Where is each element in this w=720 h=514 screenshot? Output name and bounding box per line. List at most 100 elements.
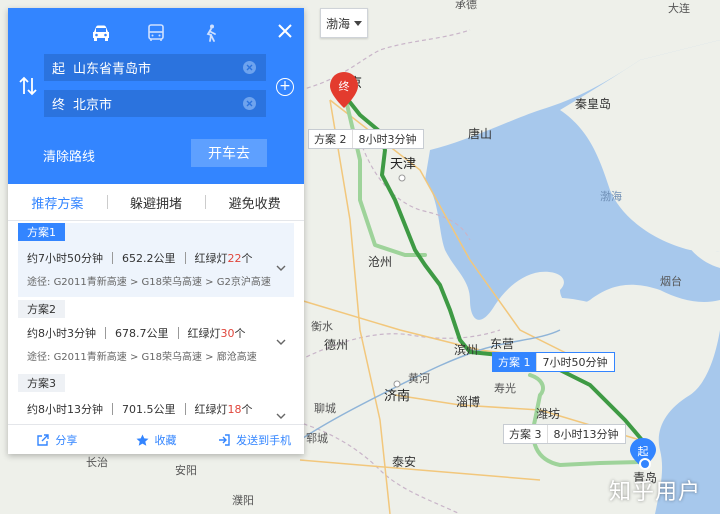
city-tangshan: 唐山 <box>468 126 492 141</box>
route-bubble-duration: 7小时50分钟 <box>535 353 614 371</box>
panel-footer: 分享 收藏 发送到手机 <box>8 424 304 455</box>
plan-item-1[interactable]: 方案1 约7小时50分钟 652.2公里 红绿灯 22 个 途径: G2011青新高… <box>18 223 294 297</box>
city-zibo: 淄博 <box>456 394 480 409</box>
sea-label: 渤海 <box>600 189 622 203</box>
destination-value: 北京市 <box>73 98 113 113</box>
origin-field[interactable]: 起 山东省青岛市 <box>44 54 266 81</box>
plan-via-road: G2011青新高速 <box>53 277 127 288</box>
plan-time: 约8小时3分钟 <box>27 327 96 340</box>
plan-via-label: 途径: <box>27 352 51 363</box>
send-to-phone-button[interactable]: 发送到手机 <box>205 425 304 455</box>
plan-via: 途径: G2011青新高速 > G18荣乌高速 > 廊沧高速 <box>27 352 257 363</box>
plan-via-road: G2京沪高速 <box>216 277 271 288</box>
city-chengde: 承德 <box>455 0 477 11</box>
route-bubble-plan2[interactable]: 方案 2 8小时3分钟 <box>308 129 424 149</box>
plan-via-road: G18荣乌高速 <box>141 277 202 288</box>
city-weifang: 潍坊 <box>536 406 560 421</box>
plan-stats: 约8小时3分钟 678.7公里 红绿灯 30 个 <box>27 325 246 341</box>
route-panel: 起 山东省青岛市 终 北京市 + 清除路线 开车去 推荐方案 躲避拥堵 避免收费… <box>8 8 304 454</box>
tab-avoid-congestion[interactable]: 躲避拥堵 <box>106 184 206 220</box>
clear-icon <box>246 64 253 71</box>
car-icon <box>93 25 109 41</box>
city-shouguang: 寿光 <box>494 381 516 395</box>
city-jinan: 济南 <box>384 388 410 404</box>
city-dalian: 大连 <box>668 1 690 15</box>
clear-route-link[interactable]: 清除路线 <box>43 146 95 165</box>
route-bubble-plan3[interactable]: 方案 3 8小时13分钟 <box>503 424 626 444</box>
drive-button[interactable]: 开车去 <box>191 139 267 167</box>
plan-lights-suffix: 个 <box>241 252 253 265</box>
start-marker-label: 起 <box>638 445 649 458</box>
chevron-down-icon <box>276 413 286 419</box>
plan-via: 途径: G2011青新高速 > G18荣乌高速 > G2京沪高速 <box>27 277 271 288</box>
favorite-button[interactable]: 收藏 <box>107 425 206 455</box>
plan-badge: 方案2 <box>18 300 65 318</box>
plan-badge: 方案3 <box>18 374 65 392</box>
plan-via-road: G18荣乌高速 <box>141 352 202 363</box>
send-label: 发送到手机 <box>236 434 292 447</box>
clear-destination-button[interactable] <box>243 97 256 110</box>
chevron-down-icon <box>276 339 286 345</box>
river-label: 黄河 <box>408 371 430 385</box>
close-button[interactable] <box>270 16 300 46</box>
chevron-down-icon <box>276 265 286 271</box>
destination-field[interactable]: 终 北京市 <box>44 90 266 117</box>
clear-icon <box>246 100 253 107</box>
route-tabs: 推荐方案 躲避拥堵 避免收费 <box>8 184 304 221</box>
star-icon <box>136 434 148 446</box>
route-bubble-plan1[interactable]: 方案 1 7小时50分钟 <box>492 352 615 372</box>
mode-bus[interactable] <box>141 18 171 48</box>
walk-icon <box>206 24 216 42</box>
city-tianjin: 天津 <box>390 157 416 172</box>
city-qinhuangdao: 秦皇岛 <box>575 96 611 111</box>
chevron-down-icon <box>354 20 362 26</box>
tab-avoid-tolls[interactable]: 避免收费 <box>205 184 304 220</box>
mode-car[interactable] <box>86 18 116 48</box>
share-icon <box>37 434 50 446</box>
plan-item-3[interactable]: 方案3 约8小时13分钟 701.5公里 红绿灯 18 个 <box>18 374 294 422</box>
city-hengshui: 衡水 <box>311 320 333 333</box>
plan-distance: 652.2公里 <box>122 252 176 265</box>
close-icon <box>278 24 292 38</box>
plan-distance: 701.5公里 <box>122 403 176 416</box>
tab-recommended[interactable]: 推荐方案 <box>8 184 107 220</box>
plan-via-label: 途径: <box>27 277 51 288</box>
plan-via-road: G2011青新高速 <box>53 352 127 363</box>
route-bubble-duration: 8小时3分钟 <box>351 130 423 148</box>
plan-lights-suffix: 个 <box>241 403 253 416</box>
origin-tag: 起 <box>52 62 66 77</box>
favorite-label: 收藏 <box>154 434 177 447</box>
send-icon <box>219 434 230 446</box>
bus-icon <box>148 24 164 41</box>
add-waypoint-button[interactable]: + <box>276 78 294 96</box>
plan-via-road: 廊沧高速 <box>216 352 257 363</box>
plan-stats: 约7小时50分钟 652.2公里 红绿灯 22 个 <box>27 250 253 266</box>
origin-value: 山东省青岛市 <box>73 62 152 77</box>
plan-time: 约8小时13分钟 <box>27 403 103 416</box>
plan-lights-prefix: 红绿灯 <box>194 252 228 265</box>
city-yantai: 烟台 <box>660 274 682 288</box>
region-selector[interactable]: 渤海 <box>320 8 368 38</box>
city-changzhi: 长治 <box>86 455 108 469</box>
swap-icon[interactable] <box>18 74 38 98</box>
city-taian: 泰安 <box>392 454 416 469</box>
end-marker-label: 终 <box>339 79 350 93</box>
city-anyang: 安阳 <box>175 463 197 477</box>
city-cangzhou: 沧州 <box>368 254 392 269</box>
plan-lights-count: 22 <box>227 251 242 265</box>
route-panel-header: 起 山东省青岛市 终 北京市 + 清除路线 开车去 <box>8 8 304 184</box>
plan-lights-count: 18 <box>227 402 242 416</box>
plan-time: 约7小时50分钟 <box>27 252 103 265</box>
plan-item-2[interactable]: 方案2 约8小时3分钟 678.7公里 红绿灯 30 个 途径: G2011青新高速… <box>18 300 294 370</box>
plan-distance: 678.7公里 <box>115 327 169 340</box>
plan-stats: 约8小时13分钟 701.5公里 红绿灯 18 个 <box>27 401 253 417</box>
plan-lights-prefix: 红绿灯 <box>187 327 221 340</box>
clear-origin-button[interactable] <box>243 61 256 74</box>
city-liaocheng: 聊城 <box>314 401 336 415</box>
share-label: 分享 <box>55 434 78 447</box>
share-button[interactable]: 分享 <box>8 425 107 455</box>
city-puyang: 濮阳 <box>232 493 254 507</box>
route-bubble-name: 方案 1 <box>493 353 536 371</box>
city-yuncheng: 郓城 <box>306 432 328 445</box>
mode-walk[interactable] <box>196 18 226 48</box>
